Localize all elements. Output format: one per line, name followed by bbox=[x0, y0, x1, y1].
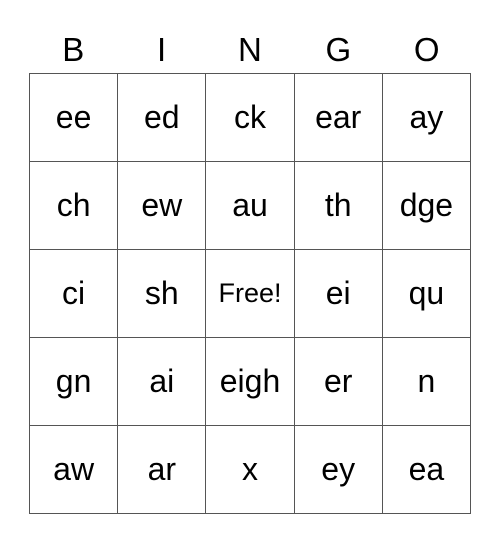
bingo-cell: x bbox=[206, 426, 295, 514]
bingo-cell: ea bbox=[382, 426, 471, 514]
bingo-cell: er bbox=[294, 338, 383, 426]
bingo-cell: eigh bbox=[206, 338, 295, 426]
bingo-cell: ai bbox=[118, 338, 207, 426]
bingo-cell: ar bbox=[118, 426, 207, 514]
header-letter: G bbox=[325, 31, 352, 68]
bingo-cell: ei bbox=[294, 250, 383, 338]
free-cell: Free! bbox=[206, 250, 295, 338]
bingo-cell: dge bbox=[382, 162, 471, 250]
header-letter: O bbox=[413, 31, 440, 68]
bingo-cell: n bbox=[382, 338, 471, 426]
bingo-cell: au bbox=[206, 162, 295, 250]
bingo-cell: ch bbox=[30, 162, 119, 250]
bingo-cell: th bbox=[294, 162, 383, 250]
bingo-cell: sh bbox=[118, 250, 207, 338]
bingo-cell: ear bbox=[294, 74, 383, 162]
bingo-cell: ew bbox=[118, 162, 207, 250]
bingo-grid: ee ed ck ear ay ch ew au th dge ci sh Free! ei qu gn ai e… bbox=[29, 73, 471, 514]
bingo-cell: ed bbox=[118, 74, 207, 162]
header-letter: B bbox=[62, 31, 85, 68]
bingo-cell: gn bbox=[30, 338, 119, 426]
bingo-header: B I N G O bbox=[29, 28, 471, 72]
bingo-cell: ay bbox=[382, 74, 471, 162]
bingo-cell: aw bbox=[30, 426, 119, 514]
bingo-cell: qu bbox=[382, 250, 471, 338]
bingo-cell: ee bbox=[30, 74, 119, 162]
bingo-cell: ck bbox=[206, 74, 295, 162]
bingo-cell: ci bbox=[30, 250, 119, 338]
header-letter: N bbox=[238, 31, 262, 68]
bingo-cell: ey bbox=[294, 426, 383, 514]
header-letter: I bbox=[157, 31, 167, 68]
